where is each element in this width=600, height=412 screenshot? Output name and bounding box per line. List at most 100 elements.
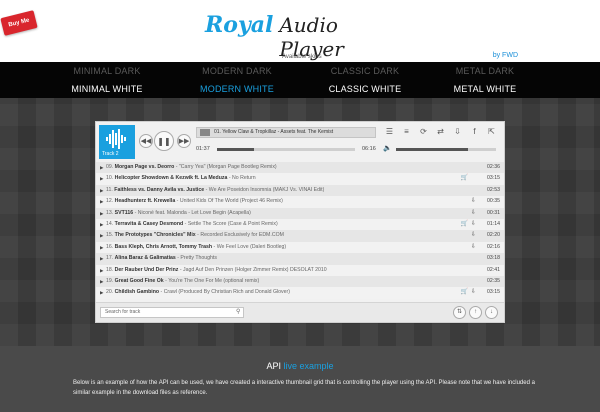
track-duration: 02:20	[487, 232, 500, 239]
progress-bar[interactable]	[217, 148, 355, 151]
play-arrow-icon: ▶	[100, 256, 104, 262]
playlist-row[interactable]: ▶ 10. Helicopter Showdown & Kezwik ft. La…	[96, 173, 504, 185]
play-arrow-icon: ▶	[100, 244, 104, 250]
shuffle-icon[interactable]: ⇄	[434, 126, 447, 138]
search-input[interactable]: Search for track ⚲	[100, 307, 244, 318]
play-arrow-icon: ▶	[100, 290, 104, 296]
playlist-icon[interactable]: ☰	[383, 126, 396, 138]
prev-button[interactable]: ◀◀	[139, 134, 153, 148]
header: Buy Me Royal Audio Player Available skin…	[0, 0, 600, 62]
buy-icon[interactable]: 🛒	[461, 219, 468, 230]
total-time: 06:16	[362, 146, 376, 152]
track-text: 09. Morgan Page vs. Deorro - "Carry Yea"…	[106, 164, 277, 170]
api-live-example-link[interactable]: live example	[284, 361, 334, 371]
download-icon[interactable]: ⇩	[451, 126, 464, 138]
facebook-icon[interactable]: f	[468, 126, 481, 138]
track-artist: Alina Baraz & Galimatias	[114, 255, 176, 262]
track-duration: 02:35	[487, 277, 500, 284]
arrow-down-icon: ↓	[490, 309, 493, 315]
equalizer-icon	[200, 129, 210, 136]
skin-metal-dark[interactable]: METAL DARK	[420, 66, 550, 76]
track-duration: 01:14	[487, 220, 500, 227]
playlist-row[interactable]: ▶ 13. SVT116 - Niconé feat. Malonda - Let…	[96, 207, 504, 219]
playlist-row[interactable]: ▶ 14. Terravita & Casey Desmond - Settle …	[96, 218, 504, 231]
track-artist: Terravita & Casey Desmond	[114, 220, 184, 227]
track-number: 09.	[106, 164, 114, 170]
track-duration: 02:16	[487, 243, 500, 250]
sort-icon: ⇅	[456, 309, 463, 315]
buy-icon[interactable]: 🛒	[461, 173, 468, 184]
volume-icon[interactable]: 🔈	[383, 144, 392, 152]
download-icon[interactable]: ⇩	[471, 219, 476, 230]
playlist-row[interactable]: ▶ 15. The Prototypes "Chronicles" Mix - R…	[96, 230, 504, 242]
next-button[interactable]: ▶▶	[177, 134, 191, 148]
playlist-row[interactable]: ▶ 11. Faithless vs. Danny Avila vs. Justi…	[96, 184, 504, 197]
track-text: 20. Childish Gambino - Crawl (Produced B…	[106, 289, 290, 296]
playlist-row[interactable]: ▶ 12. Headhunterz ft. Krewella - United K…	[96, 196, 504, 208]
track-text: 15. The Prototypes "Chronicles" Mix - Re…	[106, 232, 284, 239]
playlist-row[interactable]: ▶ 17. Alina Baraz & Galimatias - Pretty T…	[96, 253, 504, 265]
track-number: 19.	[106, 277, 114, 284]
track-title: Niconé feat. Malonda - Let Love Begin (A…	[137, 209, 251, 216]
prev-icon: ◀◀	[140, 138, 152, 145]
track-number: 10.	[106, 175, 114, 182]
scroll-up-button[interactable]: ↑	[469, 306, 482, 319]
playlist-row[interactable]: ▶ 19. Great Good Fine Ok - You're The One…	[96, 275, 504, 288]
track-title: No Return	[232, 175, 256, 182]
audio-player: Track 2 ◀◀ ❚❚ ▶▶ 01. Yellow Claw & Tropk…	[95, 121, 505, 323]
download-icon[interactable]: ⇩	[471, 208, 476, 219]
skin-modern-white[interactable]: MODERN WHITE	[172, 84, 302, 94]
track-text: 11. Faithless vs. Danny Avila vs. Justic…	[106, 186, 325, 193]
download-icon[interactable]: ⇩	[471, 287, 476, 298]
buy-icon[interactable]: 🛒	[461, 287, 468, 298]
playlist-row[interactable]: ▶ 18. Der Rauber Und Der Prinz - Jagd Auf…	[96, 264, 504, 276]
track-artist: Bass Kleph, Chris Arnott, Tommy Trash	[114, 243, 213, 250]
track-artist: Headhunterz ft. Krewella	[114, 198, 176, 205]
track-number: 20.	[106, 289, 114, 296]
track-number: 15.	[106, 232, 114, 239]
skin-classic-white[interactable]: CLASSIC WHITE	[300, 84, 430, 94]
track-title: You're The One For Me (optional remix)	[168, 277, 260, 284]
download-icon[interactable]: ⇩	[471, 196, 476, 207]
track-text: 17. Alina Baraz & Galimatias - Pretty Th…	[106, 255, 217, 262]
buy-me-badge[interactable]: Buy Me	[0, 10, 38, 36]
logo-word-royal: Royal	[205, 12, 274, 38]
skin-minimal-white[interactable]: MINIMAL WHITE	[42, 84, 172, 94]
track-text: 16. Bass Kleph, Chris Arnott, Tommy Tras…	[106, 243, 287, 250]
skin-modern-dark[interactable]: MODERN DARK	[172, 66, 302, 76]
search-icon: ⚲	[236, 309, 241, 315]
track-artist: Der Rauber Und Der Prinz	[114, 266, 179, 273]
track-duration: 03:15	[487, 289, 500, 296]
track-text: 14. Terravita & Casey Desmond - Settle T…	[106, 220, 278, 227]
track-number: 16.	[106, 243, 114, 250]
thumbnail-label: Track 2	[102, 151, 119, 157]
volume-slider[interactable]	[396, 148, 496, 151]
track-title: Crawl (Produced By Christian Rich and Do…	[163, 289, 290, 296]
scroll-down-button[interactable]: ↓	[485, 306, 498, 319]
track-title: We Feel Love (Daleri Bootleg)	[216, 243, 287, 250]
skin-metal-white[interactable]: METAL WHITE	[420, 84, 550, 94]
sort-az-button[interactable]: ⇅	[453, 306, 466, 319]
skin-classic-dark[interactable]: CLASSIC DARK	[300, 66, 430, 76]
list-icon[interactable]: ≡	[400, 126, 413, 138]
skins-dark-row: MINIMAL DARK MODERN DARK CLASSIC DARK ME…	[0, 62, 600, 80]
track-number: 11.	[106, 186, 113, 193]
author-link[interactable]: by FWD	[493, 52, 518, 59]
skin-minimal-dark[interactable]: MINIMAL DARK	[42, 66, 172, 76]
repeat-icon[interactable]: ⟳	[417, 126, 430, 138]
popup-icon[interactable]: ⇱	[485, 126, 498, 138]
download-icon[interactable]: ⇩	[471, 230, 476, 241]
playlist-row[interactable]: ▶ 20. Childish Gambino - Crawl (Produced …	[96, 287, 504, 299]
track-title: Settle The Score (Case & Point Remix)	[187, 220, 278, 227]
track-title: Pretty Thoughts	[180, 255, 217, 262]
playlist-row[interactable]: ▶ 09. Morgan Page vs. Deorro - "Carry Yea…	[96, 162, 504, 174]
pause-button[interactable]: ❚❚	[154, 131, 174, 151]
track-number: 13.	[106, 209, 114, 216]
track-title: Recorded Exclusively for EDM.COM	[200, 232, 284, 239]
next-icon: ▶▶	[178, 138, 190, 145]
track-artist: Faithless vs. Danny Avila vs. Justice	[114, 186, 205, 193]
track-title: "Carry Yea" (Morgan Page Bootleg Remix)	[178, 164, 277, 170]
playlist-row[interactable]: ▶ 16. Bass Kleph, Chris Arnott, Tommy Tra…	[96, 241, 504, 254]
download-icon[interactable]: ⇩	[471, 242, 476, 253]
track-number: 18.	[106, 266, 114, 273]
